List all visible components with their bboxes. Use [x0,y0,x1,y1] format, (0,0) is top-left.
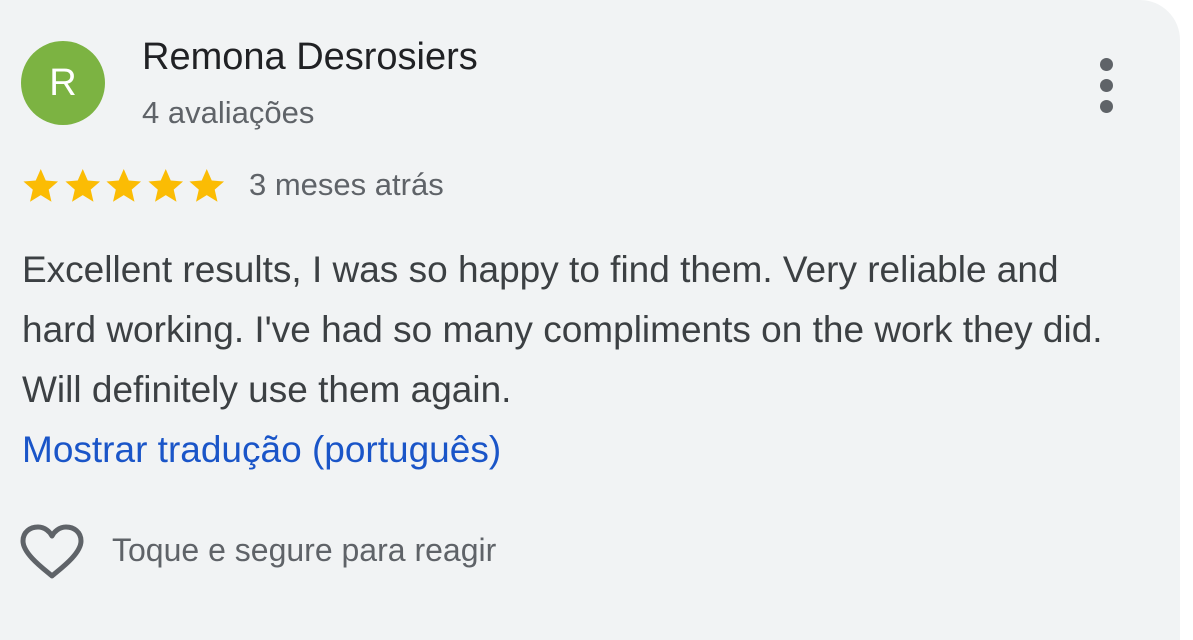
star-icon [64,169,100,202]
react-button[interactable]: Toque e segure para reagir [18,518,578,582]
avatar[interactable]: R [21,41,105,125]
author-review-count[interactable]: 4 avaliações [142,94,314,132]
author-name[interactable]: Remona Desrosiers [142,34,478,80]
star-rating [20,164,228,208]
star-icon [106,169,142,202]
review-date: 3 meses atrás [249,167,444,202]
more-options-button[interactable] [1082,50,1132,120]
heart-outline-icon [20,524,84,579]
star-icon [189,169,225,202]
review-card: R Remona Desrosiers 4 avaliações 3 meses… [0,0,1180,640]
star-icon [23,169,59,202]
review-text: Excellent results, I was so happy to fin… [22,249,1103,410]
show-translation-link[interactable]: Mostrar tradução (português) [22,422,501,478]
avatar-initial: R [49,62,77,104]
star-icon [147,169,183,202]
react-hint-label: Toque e segure para reagir [112,532,497,568]
